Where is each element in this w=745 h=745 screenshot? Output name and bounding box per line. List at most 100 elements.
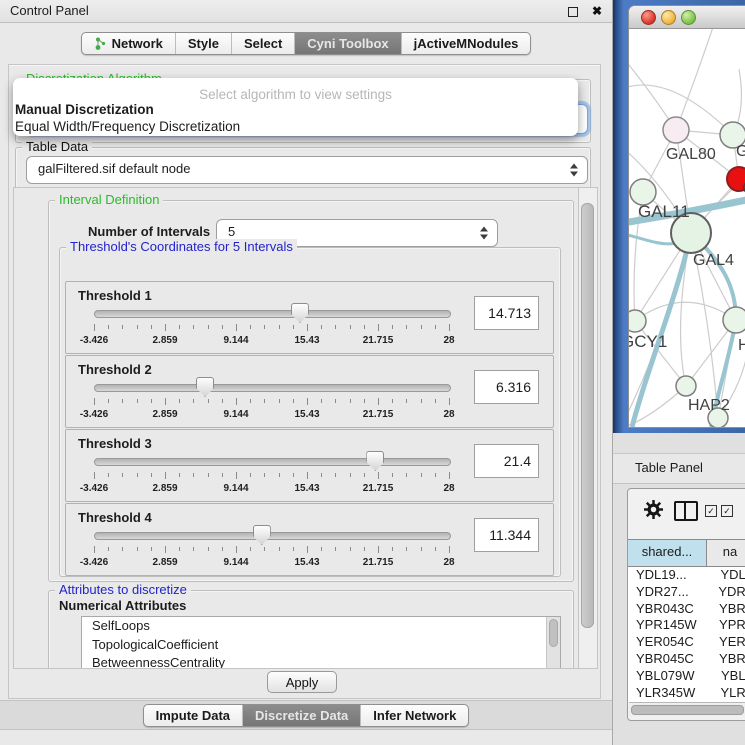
bottom-tab-infer-network[interactable]: Infer Network bbox=[360, 705, 468, 726]
slider-tick-labels: -3.4262.8599.14415.4321.71528 bbox=[94, 557, 449, 569]
slider-thumb[interactable] bbox=[291, 303, 309, 323]
screen: Control Panel ✖ Network Style SelectCyni T… bbox=[0, 0, 745, 745]
table-row[interactable]: YDR27...YDR2 bbox=[628, 584, 745, 601]
bottom-tab-discretize-data[interactable]: Discretize Data bbox=[242, 705, 360, 726]
cell-shared-name: YDL19... bbox=[628, 567, 713, 584]
slider-thumb[interactable] bbox=[253, 525, 271, 545]
close-icon[interactable]: ✖ bbox=[592, 0, 602, 22]
threshold-value-field[interactable]: 6.316 bbox=[474, 370, 539, 404]
numerical-attributes-list[interactable]: SelfLoopsTopologicalCoefficientBetweenne… bbox=[81, 616, 561, 669]
column-header-na[interactable]: na bbox=[707, 540, 745, 566]
tab-select[interactable]: Select bbox=[231, 33, 294, 54]
slider-track[interactable] bbox=[94, 458, 451, 466]
threshold-row-threshold-3: Threshold 3-3.4262.8599.14415.4321.71528… bbox=[65, 429, 554, 502]
tab-label: Style bbox=[188, 36, 219, 51]
list-scrollbar[interactable] bbox=[546, 617, 560, 669]
table-horizontal-scrollbar[interactable] bbox=[629, 702, 745, 716]
threshold-slider[interactable]: -3.4262.8599.14415.4321.71528 bbox=[94, 302, 449, 350]
table-panel-header[interactable]: Table Panel bbox=[613, 453, 745, 484]
split-columns-icon[interactable] bbox=[674, 501, 698, 521]
zoom-traffic-light[interactable] bbox=[681, 10, 696, 25]
node-gcy1[interactable] bbox=[629, 310, 646, 332]
node-pink[interactable] bbox=[663, 117, 689, 143]
slider-track[interactable] bbox=[94, 310, 451, 318]
algorithm-option-equal-width-frequency-discretization[interactable]: Equal Width/Frequency Discretization bbox=[13, 119, 578, 136]
slider-ticks bbox=[94, 546, 449, 555]
table-row[interactable]: YBR045CYBR0 bbox=[628, 651, 745, 668]
scrollbar-thumb[interactable] bbox=[631, 705, 744, 715]
tab-jactivemnodules[interactable]: jActiveMNodules bbox=[401, 33, 531, 54]
table-row[interactable]: YBL079WYBL0 bbox=[628, 668, 745, 685]
tab-label: Discretize Data bbox=[255, 708, 348, 723]
threshold-row-threshold-1: Threshold 1-3.4262.8599.14415.4321.71528… bbox=[65, 281, 554, 354]
table-row[interactable]: YDL19...YDL1 bbox=[628, 567, 745, 584]
threshold-value-field[interactable]: 21.4 bbox=[474, 444, 539, 478]
node-label-gal11: GAL11 bbox=[638, 202, 690, 221]
slider-track[interactable] bbox=[94, 384, 451, 392]
node-label-gal4: GAL4 bbox=[693, 252, 734, 269]
gear-icon[interactable] bbox=[644, 500, 663, 519]
cell-name: YBR0 bbox=[712, 601, 745, 618]
attribute-item-selfloops[interactable]: SelfLoops bbox=[82, 617, 560, 636]
panel-vertical-scrollbar[interactable] bbox=[578, 187, 598, 669]
checkbox-icon[interactable]: ✓ bbox=[705, 505, 717, 517]
minimize-traffic-light[interactable] bbox=[661, 10, 676, 25]
network-canvas[interactable]: GAL80GACGAL11GAL4GCY1HHAP2 bbox=[629, 29, 745, 427]
threshold-slider[interactable]: -3.4262.8599.14415.4321.71528 bbox=[94, 376, 449, 424]
tab-style[interactable]: Style bbox=[175, 33, 231, 54]
attribute-item-betweennesscentrality[interactable]: BetweennessCentrality bbox=[82, 654, 560, 669]
cell-name: YPR1 bbox=[712, 617, 745, 634]
threshold-slider[interactable]: -3.4262.8599.14415.4321.71528 bbox=[94, 524, 449, 572]
tab-row: Network Style SelectCyni ToolboxjActiveMNo… bbox=[0, 24, 612, 62]
attribute-item-topologicalcoefficient[interactable]: TopologicalCoefficient bbox=[82, 636, 560, 655]
checkbox-icon[interactable]: ✓ bbox=[721, 505, 733, 517]
threshold-slider[interactable]: -3.4262.8599.14415.4321.71528 bbox=[94, 450, 449, 498]
node-hap2[interactable] bbox=[676, 376, 696, 396]
threshold-row-threshold-2: Threshold 2-3.4262.8599.14415.4321.71528… bbox=[65, 355, 554, 428]
numerical-attributes-heading: Numerical Attributes bbox=[59, 598, 186, 613]
network-window-frame: GAL80GACGAL11GAL4GCY1HHAP2 bbox=[628, 5, 745, 428]
tab-network[interactable]: Network bbox=[82, 33, 175, 54]
cell-name: YBR0 bbox=[712, 651, 745, 668]
thresholds-group: Threshold's Coordinates for 5 Intervals … bbox=[59, 247, 561, 577]
node-label-h: H bbox=[738, 337, 745, 354]
threshold-label: Threshold 2 bbox=[78, 362, 152, 377]
threshold-value-field[interactable]: 14.713 bbox=[474, 296, 539, 330]
threshold-label: Threshold 1 bbox=[78, 288, 152, 303]
column-header-shared-[interactable]: shared... bbox=[628, 540, 707, 566]
cell-shared-name: YPR145W bbox=[628, 617, 712, 634]
cell-shared-name: YDR27... bbox=[628, 584, 711, 601]
table-row[interactable]: YER054CYER0 bbox=[628, 634, 745, 651]
table-row[interactable]: YBR043CYBR0 bbox=[628, 601, 745, 618]
control-panel-titlebar: Control Panel ✖ bbox=[0, 0, 612, 23]
scrollbar-thumb[interactable] bbox=[581, 203, 594, 628]
float-window-icon[interactable] bbox=[568, 7, 578, 17]
slider-ticks bbox=[94, 398, 449, 407]
table-rows: YDL19...YDL1YDR27...YDR2YBR043CYBR0YPR14… bbox=[628, 567, 745, 703]
table-row[interactable]: YLR345WYLR3 bbox=[628, 685, 745, 702]
bottom-tab-impute-data[interactable]: Impute Data bbox=[144, 705, 242, 726]
close-traffic-light[interactable] bbox=[641, 10, 656, 25]
group-title: Table Data bbox=[22, 139, 92, 154]
apply-button[interactable]: Apply bbox=[267, 671, 337, 693]
table-data-combo[interactable]: galFiltered.sif default node bbox=[26, 156, 588, 184]
tab-cyni-toolbox[interactable]: Cyni Toolbox bbox=[294, 33, 400, 54]
settings-scroll-area: Interval Definition Number of Intervals … bbox=[13, 187, 579, 669]
table-panel: ✓ ✓ shared...na YDL19...YDL1YDR27...YDR2… bbox=[627, 488, 745, 721]
table-data-group: Table Data galFiltered.sif default node bbox=[15, 147, 591, 191]
slider-thumb[interactable] bbox=[366, 451, 384, 471]
cell-name: YDL1 bbox=[713, 567, 745, 584]
table-row[interactable]: YPR145WYPR1 bbox=[628, 617, 745, 634]
tab-label: Impute Data bbox=[156, 708, 230, 723]
node-label-hap2: HAP2 bbox=[688, 397, 730, 414]
slider-thumb[interactable] bbox=[196, 377, 214, 397]
algorithm-option-manual-discretization[interactable]: Manual Discretization bbox=[13, 102, 578, 119]
tab-label: Network bbox=[112, 36, 163, 51]
slider-track[interactable] bbox=[94, 532, 451, 540]
node-h[interactable] bbox=[723, 307, 745, 333]
popup-options: Manual DiscretizationEqual Width/Frequen… bbox=[13, 102, 578, 135]
network-window-titlebar[interactable] bbox=[629, 6, 745, 29]
cell-shared-name: YER054C bbox=[628, 634, 712, 651]
threshold-value-field[interactable]: 11.344 bbox=[474, 518, 539, 552]
threshold-rows: Threshold 1-3.4262.8599.14415.4321.71528… bbox=[65, 281, 554, 577]
